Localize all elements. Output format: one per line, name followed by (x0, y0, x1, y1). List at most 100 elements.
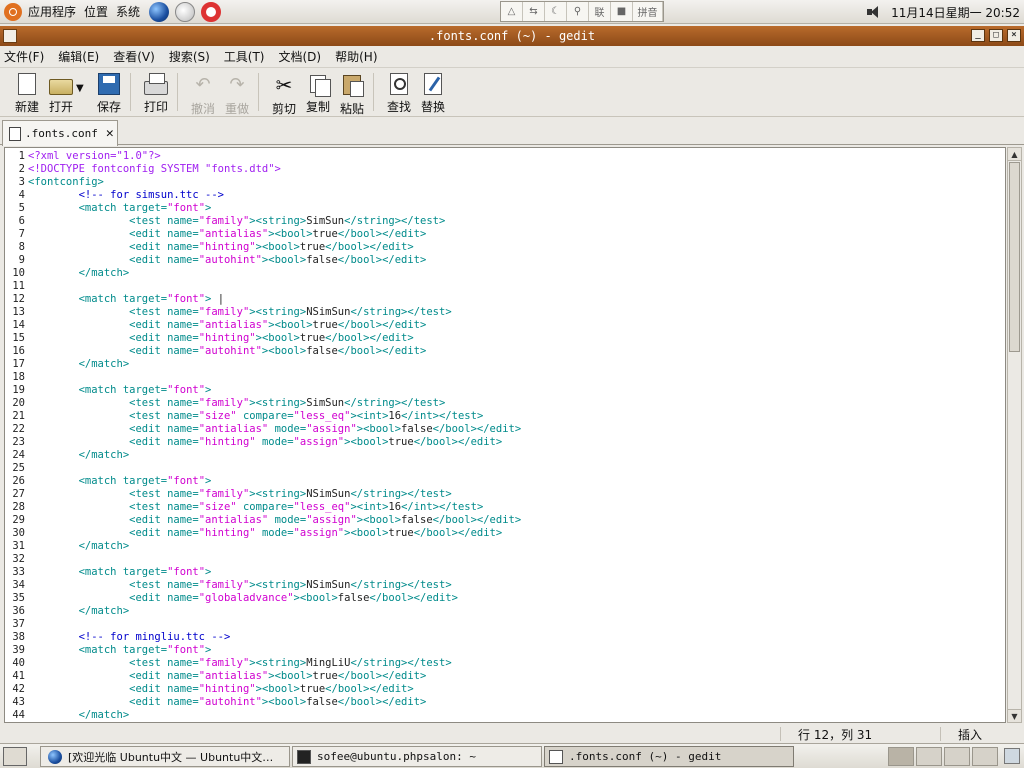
code-line[interactable]: 5 <match target="font"> (5, 202, 1005, 215)
paste-button[interactable]: 粘贴 (335, 69, 369, 117)
code-line[interactable]: 8 <edit name="hinting"><bool>true</bool>… (5, 241, 1005, 254)
code-line[interactable]: 33 <match target="font"> (5, 566, 1005, 579)
code-line[interactable]: 35 <edit name="globaladvance"><bool>fals… (5, 592, 1005, 605)
code-line[interactable]: 19 <match target="font"> (5, 384, 1005, 397)
code-line[interactable]: 43 <edit name="autohint"><bool>false</bo… (5, 696, 1005, 709)
code-line[interactable]: 16 <edit name="autohint"><bool>false</bo… (5, 345, 1005, 358)
chevron-down-icon[interactable]: ▼ (76, 83, 86, 94)
tray-pinyin[interactable]: 拼音 (633, 2, 663, 21)
workspace-1[interactable] (888, 747, 914, 766)
volume-icon[interactable] (867, 6, 883, 18)
tray-lian[interactable]: 联 (589, 2, 611, 21)
menu-file[interactable]: 文件(F) (4, 48, 44, 65)
cut-button[interactable]: ✂ 剪切 (267, 69, 301, 117)
code-line[interactable]: 14 <edit name="antialias"><bool>true</bo… (5, 319, 1005, 332)
workspace-3[interactable] (944, 747, 970, 766)
web-browser-launcher-icon[interactable] (149, 1, 170, 22)
workspace-2[interactable] (916, 747, 942, 766)
menu-tools[interactable]: 工具(T) (224, 48, 265, 65)
scrollbar-thumb[interactable] (1009, 162, 1020, 352)
task-terminal[interactable]: sofee@ubuntu.phpsalon: ~ (292, 746, 542, 767)
code-line[interactable]: 25 (5, 462, 1005, 475)
redo-button[interactable]: ↷ 重做 (220, 69, 254, 117)
code-line[interactable]: 17 </match> (5, 358, 1005, 371)
window-titlebar[interactable]: .fonts.conf (~) - gedit _ □ × (0, 26, 1024, 46)
code-line[interactable]: 1 <?xml version="1.0"?> (5, 150, 1005, 163)
help-launcher-icon[interactable] (201, 1, 222, 22)
tab-fonts-conf[interactable]: .fonts.conf ✕ (2, 120, 118, 146)
menu-documents[interactable]: 文档(D) (279, 48, 322, 65)
show-desktop-icon[interactable] (3, 747, 27, 766)
menu-help[interactable]: 帮助(H) (335, 48, 377, 65)
close-button[interactable]: × (1007, 29, 1021, 42)
menu-search[interactable]: 搜索(S) (169, 48, 210, 65)
replace-button[interactable]: 替换 (416, 69, 450, 115)
applications-menu[interactable]: 应用程序 (28, 3, 76, 20)
linux-penguin-icon[interactable]: △ (501, 2, 523, 21)
code-line[interactable]: 11 (5, 280, 1005, 293)
code-line[interactable]: 10 </match> (5, 267, 1005, 280)
code-line[interactable]: 36 </match> (5, 605, 1005, 618)
lock-icon[interactable]: ■ (611, 2, 633, 21)
places-menu[interactable]: 位置 (84, 3, 108, 20)
code-line[interactable]: 28 <test name="size" compare="less_eq"><… (5, 501, 1005, 514)
copy-button[interactable]: 复制 (301, 69, 335, 115)
save-button[interactable]: 保存 (92, 69, 126, 115)
moon-icon[interactable]: ☾ (545, 2, 567, 21)
code-line[interactable]: 30 <edit name="hinting" mode="assign"><b… (5, 527, 1005, 540)
code-line[interactable]: 29 <edit name="antialias" mode="assign">… (5, 514, 1005, 527)
system-menu[interactable]: 系统 (116, 3, 140, 20)
code-line[interactable]: 15 <edit name="hinting"><bool>true</bool… (5, 332, 1005, 345)
code-line[interactable]: 18 (5, 371, 1005, 384)
minimize-button[interactable]: _ (971, 29, 985, 42)
code-line[interactable]: 41 <edit name="antialias"><bool>true</bo… (5, 670, 1005, 683)
task-browser[interactable]: [欢迎光临 Ubuntu中文 — Ubuntu中文… (40, 746, 290, 767)
menu-edit[interactable]: 编辑(E) (58, 48, 99, 65)
code-line[interactable]: 31 </match> (5, 540, 1005, 553)
undo-button[interactable]: ↶ 撤消 (186, 69, 220, 117)
code-line[interactable]: 13 <test name="family"><string>NSimSun</… (5, 306, 1005, 319)
open-button[interactable]: 打开 (44, 69, 78, 115)
key-icon[interactable]: ⚲ (567, 2, 589, 21)
code-line[interactable]: 44 </match> (5, 709, 1005, 722)
code-line[interactable]: 12 <match target="font"> | (5, 293, 1005, 306)
task-gedit[interactable]: .fonts.conf (~) - gedit (544, 746, 794, 767)
vertical-scrollbar[interactable]: ▲ ▼ (1007, 147, 1022, 723)
panel-clock[interactable]: 11月14日星期一 20:52 (891, 4, 1020, 21)
code-line[interactable]: 21 <test name="size" compare="less_eq"><… (5, 410, 1005, 423)
close-tab-icon[interactable]: ✕ (106, 126, 114, 141)
gedit-window-icon[interactable] (3, 29, 17, 43)
code-line[interactable]: 4 <!-- for simsun.ttc --> (5, 189, 1005, 202)
code-line[interactable]: 9 <edit name="autohint"><bool>false</boo… (5, 254, 1005, 267)
code-line[interactable]: 38 <!-- for mingliu.ttc --> (5, 631, 1005, 644)
code-line[interactable]: 2 <!DOCTYPE fontconfig SYSTEM "fonts.dtd"… (5, 163, 1005, 176)
text-editor[interactable]: 1 <?xml version="1.0"?> 2 <!DOCTYPE fontcon… (4, 147, 1006, 723)
maximize-button[interactable]: □ (989, 29, 1003, 42)
code-line[interactable]: 40 <test name="family"><string>MingLiU</… (5, 657, 1005, 670)
code-line[interactable]: 24 </match> (5, 449, 1005, 462)
code-line[interactable]: 3 <fontconfig> (5, 176, 1005, 189)
trash-icon[interactable] (1004, 748, 1020, 764)
switch-icon[interactable]: ⇆ (523, 2, 545, 21)
menu-view[interactable]: 查看(V) (113, 48, 155, 65)
print-button[interactable]: 打印 (139, 69, 173, 115)
find-button[interactable]: 查找 (382, 69, 416, 115)
code-line[interactable]: 42 <edit name="hinting"><bool>true</bool… (5, 683, 1005, 696)
code-line[interactable]: 7 <edit name="antialias"><bool>true</boo… (5, 228, 1005, 241)
code-line[interactable]: 20 <test name="family"><string>SimSun</s… (5, 397, 1005, 410)
scroll-up-icon[interactable]: ▲ (1008, 148, 1021, 161)
code-line[interactable]: 27 <test name="family"><string>NSimSun</… (5, 488, 1005, 501)
code-line[interactable]: 6 <test name="family"><string>SimSun</st… (5, 215, 1005, 228)
code-line[interactable]: 23 <edit name="hinting" mode="assign"><b… (5, 436, 1005, 449)
scroll-down-icon[interactable]: ▼ (1008, 709, 1021, 722)
code-line[interactable]: 37 (5, 618, 1005, 631)
workspace-4[interactable] (972, 747, 998, 766)
email-launcher-icon[interactable] (175, 1, 196, 22)
code-line[interactable]: 32 (5, 553, 1005, 566)
code-line[interactable]: 34 <test name="family"><string>NSimSun</… (5, 579, 1005, 592)
code-line[interactable]: 39 <match target="font"> (5, 644, 1005, 657)
new-button[interactable]: 新建 (10, 69, 44, 115)
code-line[interactable]: 22 <edit name="antialias" mode="assign">… (5, 423, 1005, 436)
code-line[interactable]: 26 <match target="font"> (5, 475, 1005, 488)
ubuntu-logo-icon[interactable] (4, 2, 22, 21)
